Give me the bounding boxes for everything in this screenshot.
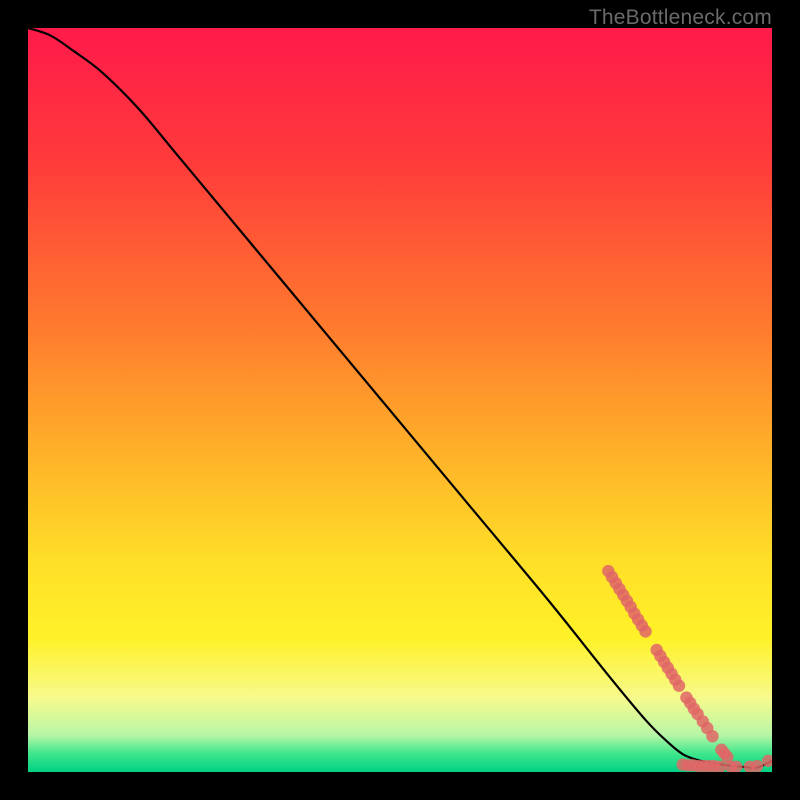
highlight-dot <box>706 730 718 742</box>
highlight-dot <box>639 625 651 637</box>
highlight-dot <box>751 760 763 772</box>
bottleneck-chart <box>28 28 772 772</box>
chart-frame: TheBottleneck.com <box>0 0 800 800</box>
highlight-dot <box>673 680 685 692</box>
watermark-label: TheBottleneck.com <box>589 6 772 30</box>
plot-area <box>28 28 772 772</box>
